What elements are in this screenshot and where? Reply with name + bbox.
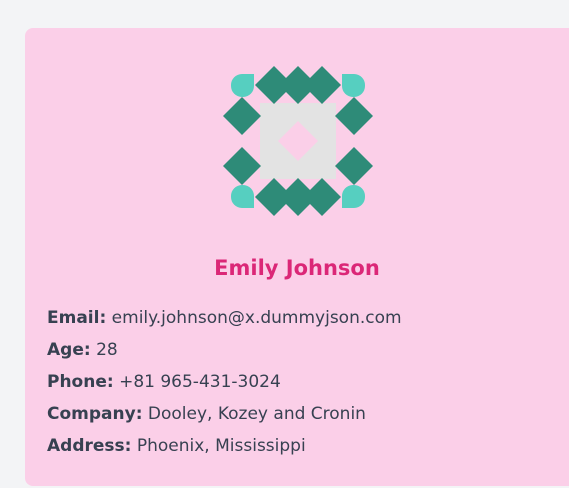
user-details: Email: emily.johnson@x.dummyjson.com Age… bbox=[47, 302, 402, 462]
age-row: Age: 28 bbox=[47, 334, 402, 366]
phone-row: Phone: +81 965-431-3024 bbox=[47, 366, 402, 398]
phone-value: +81 965-431-3024 bbox=[119, 372, 281, 392]
company-label: Company: bbox=[47, 404, 143, 424]
age-value: 28 bbox=[96, 340, 118, 360]
email-row: Email: emily.johnson@x.dummyjson.com bbox=[47, 302, 402, 334]
user-name: Emily Johnson bbox=[214, 256, 380, 280]
user-card: Emily Johnson Email: emily.johnson@x.dum… bbox=[25, 28, 569, 486]
phone-label: Phone: bbox=[47, 372, 114, 392]
page: Emily Johnson Email: emily.johnson@x.dum… bbox=[0, 0, 569, 488]
address-value: Phoenix, Mississippi bbox=[136, 436, 306, 456]
email-label: Email: bbox=[47, 308, 107, 328]
email-value: emily.johnson@x.dummyjson.com bbox=[111, 308, 402, 328]
address-row: Address: Phoenix, Mississippi bbox=[47, 430, 402, 462]
identicon-avatar-icon bbox=[223, 66, 373, 216]
address-label: Address: bbox=[47, 436, 132, 456]
company-value: Dooley, Kozey and Cronin bbox=[147, 404, 366, 424]
company-row: Company: Dooley, Kozey and Cronin bbox=[47, 398, 402, 430]
age-label: Age: bbox=[47, 340, 91, 360]
